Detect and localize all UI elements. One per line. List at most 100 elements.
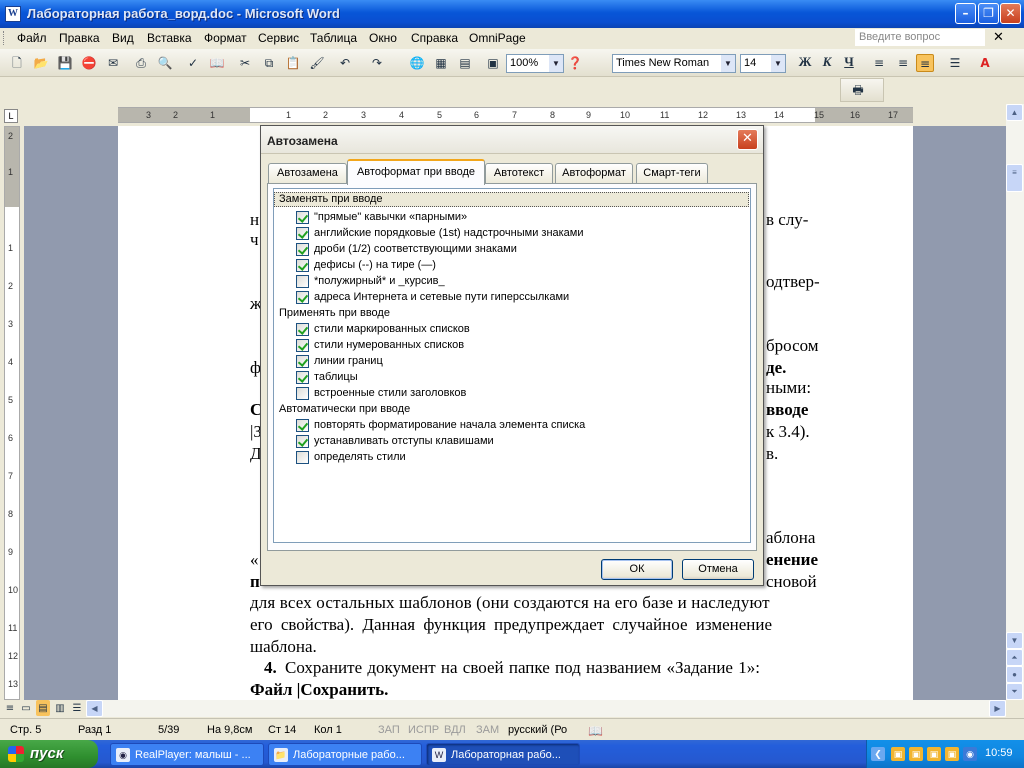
minimize-button[interactable]: – (955, 3, 976, 24)
tab-autoformat[interactable]: Автоформат (555, 163, 633, 184)
print-icon[interactable]: ⎙ (132, 54, 150, 72)
tray-icon-1[interactable]: ▣ (891, 747, 905, 761)
checkbox[interactable] (296, 323, 309, 336)
vertical-ruler[interactable]: 2 1 1 2 3 4 5 6 7 8 9 10 11 12 13 (4, 126, 20, 700)
italic-icon[interactable]: К (818, 54, 836, 72)
checkbox[interactable] (296, 435, 309, 448)
menu-tools[interactable]: Сервис (258, 31, 299, 45)
menu-format[interactable]: Формат (204, 31, 247, 45)
bold-icon[interactable]: Ж (796, 54, 814, 72)
menubar-grip[interactable] (3, 31, 6, 45)
font-dropdown-icon[interactable]: ▼ (721, 55, 735, 72)
close-button[interactable]: ✕ (1000, 3, 1021, 24)
horizontal-ruler[interactable]: 3 2 1 1 2 3 4 5 6 7 8 9 10 11 12 13 14 1… (118, 107, 913, 123)
scroll-down-icon[interactable]: ▼ (1006, 632, 1023, 649)
research-icon[interactable]: 📖 (208, 54, 226, 72)
web-view-icon[interactable]: ▭ (19, 700, 33, 716)
horizontal-scrollbar[interactable]: ◀ ▶ (86, 700, 1006, 717)
scroll-thumb[interactable]: ≡ (1006, 164, 1023, 192)
tray-icon-2[interactable]: ▣ (909, 747, 923, 761)
dialog-close-button[interactable]: ✕ (737, 129, 758, 150)
checkbox[interactable] (296, 355, 309, 368)
tab-autoformat-as-you-type[interactable]: Автоформат при вводе (347, 159, 485, 185)
options-list[interactable]: Заменять при вводе "прямые" кавычки «пар… (273, 188, 751, 543)
tab-selector[interactable]: L (4, 109, 18, 123)
redo-icon[interactable]: ↷ (368, 54, 386, 72)
justify-icon[interactable]: ≡ (916, 54, 934, 72)
checkbox[interactable] (296, 227, 309, 240)
paste-icon[interactable]: 📋 (284, 54, 302, 72)
spelling-status-icon[interactable]: 📖 (588, 724, 603, 738)
taskbar-item-folder[interactable]: 📁 Лабораторные рабо... (268, 743, 422, 766)
tab-autocorrect[interactable]: Автозамена (268, 163, 347, 184)
document-map-icon[interactable]: ▣ (484, 54, 502, 72)
previous-page-icon[interactable]: ⏶ (1006, 649, 1023, 666)
restore-button[interactable]: ❐ (978, 3, 999, 24)
tray-icon-4[interactable]: ▣ (945, 747, 959, 761)
email-icon[interactable]: ✉ (104, 54, 122, 72)
save-icon[interactable]: 💾 (56, 54, 74, 72)
ask-question-input[interactable]: Введите вопрос (855, 29, 985, 46)
tray-expand-icon[interactable]: ❮ (871, 747, 885, 761)
checkbox[interactable] (296, 451, 309, 464)
scroll-left-icon[interactable]: ◀ (86, 700, 103, 717)
checkbox[interactable] (296, 243, 309, 256)
checkbox[interactable] (296, 211, 309, 224)
omnipage-icon[interactable]: 🖶 (849, 81, 867, 99)
taskbar-item-realplayer[interactable]: ◉ RealPlayer: малыш - ... (110, 743, 264, 766)
checkbox[interactable] (296, 275, 309, 288)
status-record[interactable]: ЗАП (378, 724, 400, 736)
checkbox[interactable] (296, 371, 309, 384)
vertical-scrollbar[interactable]: ▲ ≡ ▼ ⏶ ● ⏷ (1006, 104, 1024, 700)
zoom-dropdown-icon[interactable]: ▼ (549, 55, 563, 72)
menu-file[interactable]: Файл (17, 31, 47, 45)
menu-table[interactable]: Таблица (310, 31, 357, 45)
network-icon[interactable]: ◉ (963, 747, 977, 761)
status-extend[interactable]: ВДЛ (444, 724, 466, 736)
menu-edit[interactable]: Правка (59, 31, 100, 45)
print-layout-icon[interactable]: ▤ (36, 700, 50, 716)
permission-icon[interactable]: ⛔ (80, 54, 98, 72)
checkbox[interactable] (296, 419, 309, 432)
next-page-icon[interactable]: ⏷ (1006, 683, 1023, 700)
underline-icon[interactable]: Ч (840, 54, 858, 72)
menu-insert[interactable]: Вставка (147, 31, 192, 45)
format-painter-icon[interactable]: 🖌 (308, 54, 326, 72)
zoom-select[interactable]: 100% ▼ (506, 54, 564, 73)
ok-button[interactable]: ОК (601, 559, 673, 580)
menu-view[interactable]: Вид (112, 31, 134, 45)
tray-icon-3[interactable]: ▣ (927, 747, 941, 761)
word-app-icon[interactable]: W (5, 6, 21, 22)
font-select[interactable]: Times New Roman ▼ (612, 54, 736, 73)
size-dropdown-icon[interactable]: ▼ (771, 55, 785, 72)
menu-window[interactable]: Окно (369, 31, 397, 45)
outline-view-icon[interactable]: ☰ (70, 700, 84, 716)
menu-help[interactable]: Справка (411, 31, 458, 45)
checkbox[interactable] (296, 339, 309, 352)
insert-table-icon[interactable]: ▤ (456, 54, 474, 72)
spelling-icon[interactable]: ✓ (184, 54, 202, 72)
hyperlink-icon[interactable]: 🌐 (408, 54, 426, 72)
open-icon[interactable]: 📂 (32, 54, 50, 72)
align-center-icon[interactable]: ≡ (894, 54, 912, 72)
print-preview-icon[interactable]: 🔍 (156, 54, 174, 72)
font-color-icon[interactable]: A (976, 54, 994, 72)
font-size-select[interactable]: 14 ▼ (740, 54, 786, 73)
checkbox[interactable] (296, 387, 309, 400)
cancel-button[interactable]: Отмена (682, 559, 754, 580)
tables-borders-icon[interactable]: ▦ (432, 54, 450, 72)
scroll-up-icon[interactable]: ▲ (1006, 104, 1023, 121)
normal-view-icon[interactable]: ≡ (3, 700, 17, 716)
tab-smart-tags[interactable]: Смарт-теги (636, 163, 708, 184)
select-browse-object-icon[interactable]: ● (1006, 666, 1023, 683)
close-document-icon[interactable]: ✕ (993, 29, 1004, 45)
menu-omnipage[interactable]: OmniPage (469, 31, 526, 45)
help-icon[interactable]: ❓ (566, 54, 584, 72)
reading-view-icon[interactable]: ▥ (53, 700, 67, 716)
undo-icon[interactable]: ↶ (336, 54, 354, 72)
status-track-changes[interactable]: ИСПР (408, 724, 439, 736)
status-overtype[interactable]: ЗАМ (476, 724, 499, 736)
status-language[interactable]: русский (Ро (508, 724, 567, 736)
checkbox[interactable] (296, 291, 309, 304)
numbering-icon[interactable]: ☰ (946, 54, 964, 72)
